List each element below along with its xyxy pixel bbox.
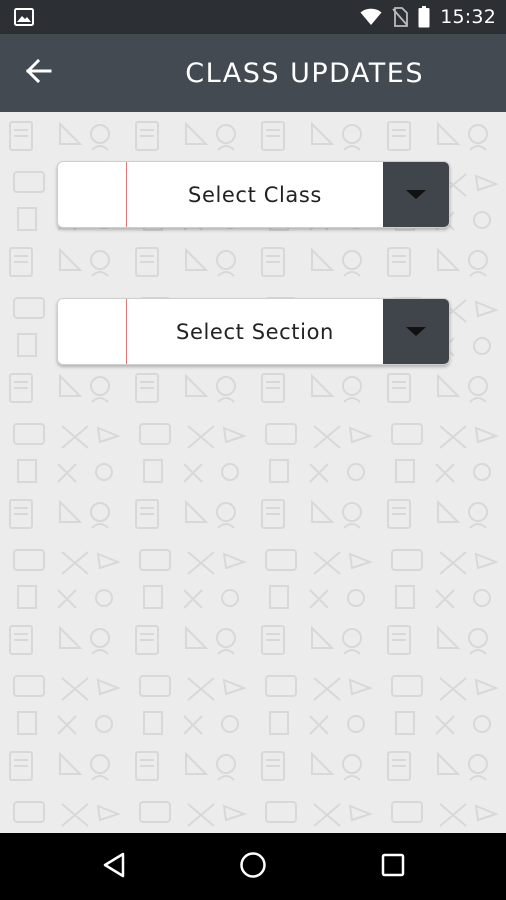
nav-recents-button[interactable]: [373, 847, 413, 887]
nav-back-button[interactable]: [94, 847, 134, 887]
status-bar: 15:32: [0, 0, 506, 34]
system-nav-bar: [0, 833, 506, 900]
image-icon: [14, 8, 34, 26]
caret-down-icon: [406, 190, 426, 199]
select-class-toggle[interactable]: [383, 162, 449, 227]
select-section-toggle[interactable]: [383, 299, 449, 364]
dropdown-lead-area: [58, 162, 127, 227]
home-circle-icon: [239, 851, 267, 884]
dropdown-lead-area: [58, 299, 127, 364]
status-time: 15:32: [440, 6, 496, 28]
no-sim-icon: [392, 7, 409, 27]
back-triangle-icon: [102, 852, 126, 883]
select-section-label: Select Section: [176, 319, 334, 344]
caret-down-icon: [406, 327, 426, 336]
status-icons: 15:32: [360, 0, 496, 34]
select-class-dropdown[interactable]: Select Class: [57, 161, 450, 228]
app-bar: CLASS UPDATES: [0, 34, 506, 112]
page-title: CLASS UPDATES: [185, 57, 424, 89]
recents-square-icon: [381, 853, 405, 882]
select-section-dropdown[interactable]: Select Section: [57, 298, 450, 365]
main-content: Select Class Select Section: [0, 112, 506, 833]
select-class-label: Select Class: [188, 182, 322, 207]
nav-home-button[interactable]: [233, 847, 273, 887]
battery-icon: [418, 6, 430, 28]
wifi-icon: [360, 8, 382, 26]
